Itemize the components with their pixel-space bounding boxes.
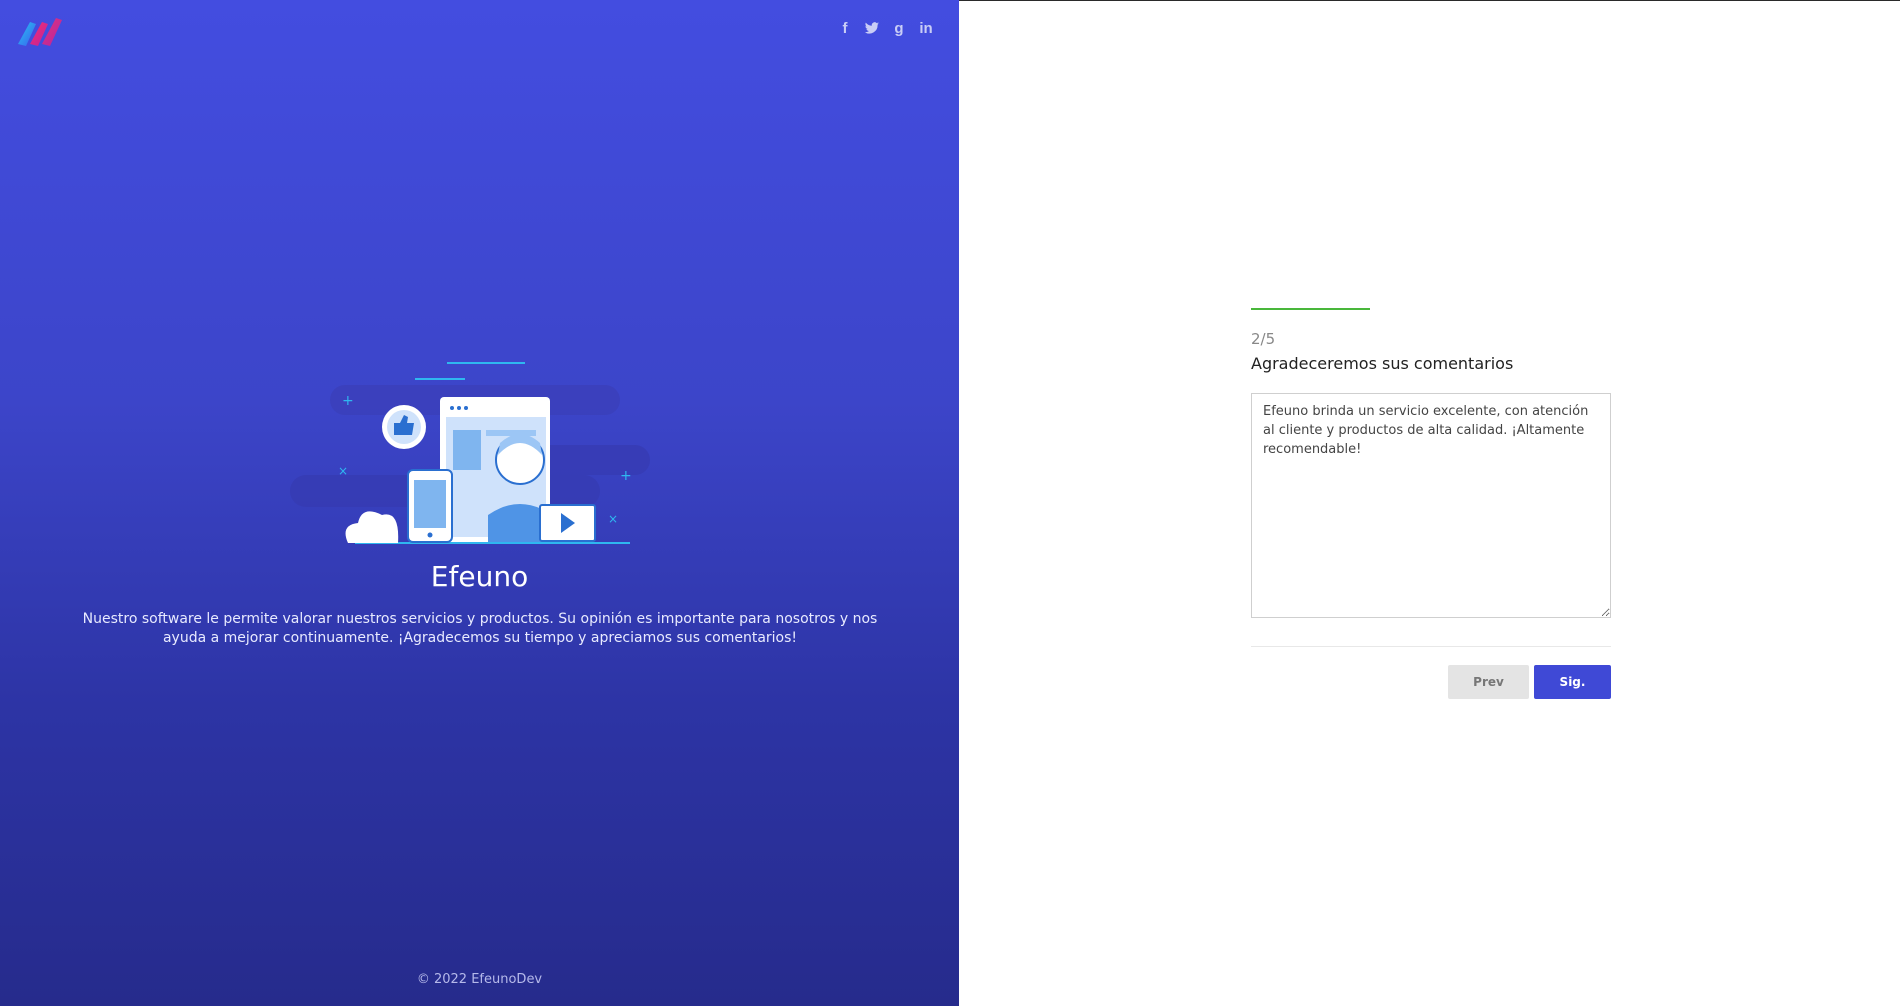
svg-text:+: + [342, 393, 354, 409]
copyright-footer: © 2022 EfeunoDev [416, 972, 543, 987]
svg-text:×: × [608, 512, 618, 526]
comment-textarea[interactable] [1251, 393, 1611, 618]
navigation-buttons: Prev Sig. [1251, 665, 1611, 699]
feedback-form: 2/5 Agradeceremos sus comentarios Prev S… [1251, 308, 1611, 699]
brand-panel: f g in + + × × Efeuno Nuestro software l… [0, 0, 959, 1006]
progress-bar-fill [1251, 308, 1370, 310]
linkedin-icon[interactable]: in [918, 20, 934, 38]
step-counter: 2/5 [1251, 330, 1276, 348]
twitter-icon[interactable] [864, 20, 880, 38]
next-button[interactable]: Sig. [1534, 665, 1611, 699]
form-divider [1251, 646, 1611, 647]
svg-text:+: + [620, 468, 632, 484]
brand-title: Efeuno [430, 560, 529, 593]
question-title: Agradeceremos sus comentarios [1251, 354, 1514, 373]
prev-button[interactable]: Prev [1448, 665, 1529, 699]
hero-illustration: + + × × [290, 362, 650, 544]
svg-text:×: × [338, 464, 348, 478]
progress-bar [1251, 308, 1611, 310]
brand-description: Nuestro software le permite valorar nues… [82, 611, 878, 646]
google-icon[interactable]: g [891, 20, 907, 38]
logo-icon [18, 18, 62, 46]
facebook-icon[interactable]: f [837, 20, 853, 38]
social-links: f g in [837, 20, 934, 38]
